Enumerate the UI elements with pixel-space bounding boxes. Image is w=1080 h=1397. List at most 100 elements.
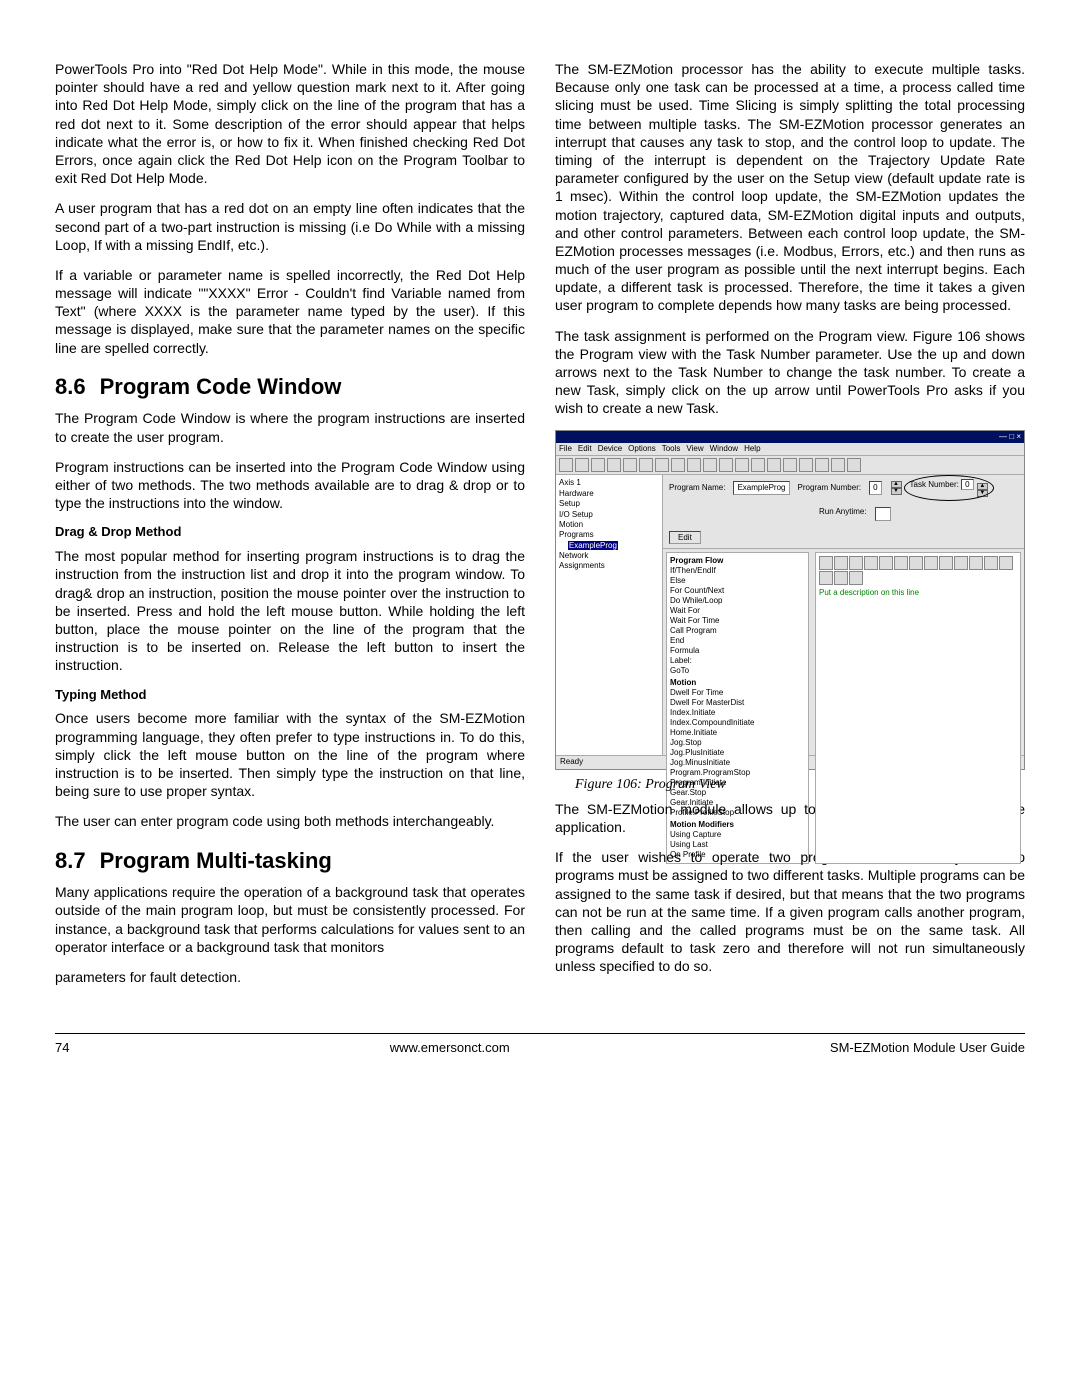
task-number-highlight: Task Number: 0 ▲▼ (910, 479, 988, 497)
toolbar-button[interactable] (671, 458, 685, 472)
instr-item[interactable]: End (670, 636, 805, 646)
body-paragraph: The task assignment is performed on the … (555, 327, 1025, 418)
tree-node-selected[interactable]: ExampleProg (559, 541, 659, 551)
toolbar-button[interactable] (687, 458, 701, 472)
code-tool[interactable] (984, 556, 998, 570)
instr-item[interactable]: Else (670, 576, 805, 586)
section-number: 8.6 (55, 373, 86, 402)
task-number-field[interactable]: 0 (961, 479, 973, 490)
program-name-label: Program Name: (669, 483, 725, 493)
toolbar-button[interactable] (607, 458, 621, 472)
toolbar-button[interactable] (655, 458, 669, 472)
figure-106: — □ × File Edit Device Options Tools Vie… (555, 430, 1025, 794)
subheading-drag-drop: Drag & Drop Method (55, 524, 525, 541)
task-number-spinner[interactable]: ▲▼ (977, 483, 988, 497)
instr-item[interactable]: Jog.Stop (670, 738, 805, 748)
toolbar-button[interactable] (815, 458, 829, 472)
body-paragraph: The SM-EZMotion processor has the abilit… (555, 60, 1025, 315)
toolbar-button[interactable] (735, 458, 749, 472)
toolbar-button[interactable] (767, 458, 781, 472)
toolbar-button[interactable] (783, 458, 797, 472)
program-number-field[interactable]: 0 (869, 481, 881, 495)
code-tool[interactable] (939, 556, 953, 570)
instr-item[interactable]: Call Program (670, 626, 805, 636)
toolbar (556, 456, 1024, 475)
menu-options[interactable]: Options (628, 444, 656, 454)
instr-item[interactable]: Do While/Loop (670, 596, 805, 606)
code-tool[interactable] (834, 571, 848, 585)
instr-item[interactable]: Index.Initiate (670, 708, 805, 718)
menu-edit[interactable]: Edit (578, 444, 592, 454)
program-number-spinner[interactable]: ▲▼ (891, 481, 902, 495)
instr-item[interactable]: Formula (670, 646, 805, 656)
code-tool[interactable] (909, 556, 923, 570)
code-tool[interactable] (924, 556, 938, 570)
instr-item[interactable]: GoTo (670, 666, 805, 676)
code-tool[interactable] (864, 556, 878, 570)
program-header-fields: Program Name: ExampleProg Program Number… (663, 475, 1024, 549)
body-paragraph: If the user wishes to operate two progra… (555, 848, 1025, 975)
instr-item[interactable]: Jog.PlusInitiate (670, 748, 805, 758)
menu-help[interactable]: Help (744, 444, 760, 454)
instr-item[interactable]: For Count/Next (670, 586, 805, 596)
run-anytime-checkbox[interactable] (875, 507, 891, 521)
edit-tab[interactable]: Edit (669, 531, 701, 544)
code-tool[interactable] (819, 556, 833, 570)
instr-item[interactable]: If/Then/EndIf (670, 566, 805, 576)
toolbar-button[interactable] (575, 458, 589, 472)
tree-node[interactable]: Network (559, 551, 659, 561)
instr-item[interactable]: Using Capture (670, 830, 805, 840)
toolbar-button[interactable] (799, 458, 813, 472)
instr-item[interactable]: Dwell For MasterDist (670, 698, 805, 708)
page-number: 74 (55, 1040, 69, 1057)
toolbar-button[interactable] (559, 458, 573, 472)
instr-item[interactable]: Index.CompoundInitiate (670, 718, 805, 728)
instr-item[interactable]: Wait For Time (670, 616, 805, 626)
code-tool[interactable] (969, 556, 983, 570)
tree-node[interactable]: Assignments (559, 561, 659, 571)
program-code-window[interactable]: Put a description on this line (815, 552, 1021, 864)
run-anytime-label: Run Anytime: (819, 507, 867, 521)
code-tool[interactable] (879, 556, 893, 570)
program-name-field[interactable]: ExampleProg (733, 481, 789, 495)
body-paragraph: parameters for fault detection. (55, 968, 525, 986)
instr-item[interactable]: Home.Initiate (670, 728, 805, 738)
code-tool[interactable] (819, 571, 833, 585)
menu-view[interactable]: View (686, 444, 703, 454)
toolbar-button[interactable] (591, 458, 605, 472)
tree-node[interactable]: Axis 1 (559, 478, 659, 488)
window-controls: — □ × (999, 432, 1021, 442)
tree-node[interactable]: Setup (559, 499, 659, 509)
code-tool[interactable] (894, 556, 908, 570)
code-placeholder-line: Put a description on this line (819, 588, 1017, 598)
toolbar-button[interactable] (847, 458, 861, 472)
hierarchy-tree[interactable]: Axis 1 Hardware Setup I/O Setup Motion P… (556, 475, 663, 755)
menu-device[interactable]: Device (598, 444, 622, 454)
tree-node[interactable]: Hardware (559, 489, 659, 499)
code-tool[interactable] (834, 556, 848, 570)
body-paragraph: The most popular method for inserting pr… (55, 547, 525, 674)
menu-file[interactable]: File (559, 444, 572, 454)
toolbar-button[interactable] (703, 458, 717, 472)
toolbar-button[interactable] (719, 458, 733, 472)
tree-node[interactable]: I/O Setup (559, 510, 659, 520)
tree-node[interactable]: Programs (559, 530, 659, 540)
tree-node[interactable]: Motion (559, 520, 659, 530)
footer-guide-title: SM-EZMotion Module User Guide (830, 1040, 1025, 1057)
code-tool[interactable] (849, 556, 863, 570)
instr-item[interactable]: Jog.MinusInitiate (670, 758, 805, 768)
menu-window[interactable]: Window (710, 444, 738, 454)
code-tool[interactable] (954, 556, 968, 570)
toolbar-button[interactable] (751, 458, 765, 472)
menu-tools[interactable]: Tools (662, 444, 681, 454)
instr-item[interactable]: Label: (670, 656, 805, 666)
window-title (559, 432, 561, 442)
code-tool[interactable] (999, 556, 1013, 570)
toolbar-button[interactable] (831, 458, 845, 472)
instr-item[interactable]: Dwell For Time (670, 688, 805, 698)
toolbar-button[interactable] (623, 458, 637, 472)
body-paragraph: Many applications require the operation … (55, 883, 525, 956)
code-tool[interactable] (849, 571, 863, 585)
instr-item[interactable]: Wait For (670, 606, 805, 616)
toolbar-button[interactable] (639, 458, 653, 472)
